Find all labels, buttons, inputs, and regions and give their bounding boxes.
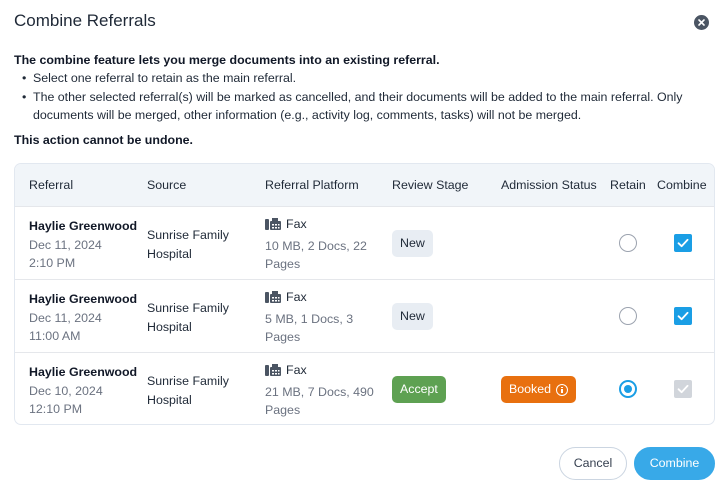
admission-status-badge[interactable]: Booked bbox=[501, 376, 577, 403]
source-cell: Sunrise Family Hospital bbox=[147, 372, 229, 409]
platform-label: Fax bbox=[265, 215, 367, 234]
header-review-stage: Review Stage bbox=[392, 178, 469, 192]
referral-cell: Haylie Greenwood Dec 10, 2024 12:10 PM bbox=[29, 363, 137, 419]
review-stage-badge: New bbox=[392, 303, 433, 330]
combine-checkbox[interactable] bbox=[674, 234, 692, 252]
referrals-table: Referral Source Referral Platform Review… bbox=[14, 163, 715, 425]
platform-label: Fax bbox=[265, 361, 374, 380]
table-row: Haylie Greenwood Dec 11, 2024 11:00 AM S… bbox=[15, 280, 714, 353]
referral-date: Dec 10, 2024 bbox=[29, 383, 103, 398]
admission-status-label: Booked bbox=[509, 382, 552, 396]
header-source: Source bbox=[147, 178, 187, 192]
source-line: Sunrise Family bbox=[147, 374, 229, 388]
platform-name: Fax bbox=[286, 363, 307, 377]
referral-name: Haylie Greenwood bbox=[29, 365, 138, 379]
retain-radio[interactable] bbox=[619, 234, 637, 252]
platform-cell: Fax 10 MB, 2 Docs, 22 Pages bbox=[265, 215, 367, 274]
referral-time: 11:00 AM bbox=[29, 329, 81, 343]
platform-details: Pages bbox=[265, 257, 301, 271]
info-icon[interactable] bbox=[556, 383, 569, 396]
check-icon bbox=[677, 311, 689, 321]
referral-cell: Haylie Greenwood Dec 11, 2024 2:10 PM bbox=[29, 217, 137, 273]
cancel-button[interactable]: Cancel bbox=[559, 447, 627, 480]
intro-text: The combine feature lets you merge docum… bbox=[14, 53, 440, 67]
instruction-item: Select one referral to retain as the mai… bbox=[22, 69, 712, 88]
combine-button[interactable]: Combine bbox=[634, 447, 715, 480]
combine-checkbox bbox=[674, 380, 692, 398]
source-line: Hospital bbox=[147, 319, 192, 334]
platform-cell: Fax 5 MB, 1 Docs, 3 Pages bbox=[265, 288, 353, 347]
retain-radio[interactable] bbox=[619, 307, 637, 325]
platform-details: 10 MB, 2 Docs, 22 bbox=[265, 238, 367, 253]
source-line: Sunrise Family bbox=[147, 301, 229, 315]
table-header: Referral Source Referral Platform Review… bbox=[15, 164, 714, 207]
platform-details: 21 MB, 7 Docs, 490 bbox=[265, 384, 374, 399]
platform-name: Fax bbox=[286, 217, 307, 231]
header-admission-status: Admission Status bbox=[501, 178, 597, 192]
header-retain: Retain bbox=[610, 178, 646, 192]
close-button[interactable] bbox=[694, 15, 709, 30]
platform-cell: Fax 21 MB, 7 Docs, 490 Pages bbox=[265, 361, 374, 420]
check-icon bbox=[677, 238, 689, 248]
instruction-item: The other selected referral(s) will be m… bbox=[22, 88, 712, 125]
source-line: Hospital bbox=[147, 392, 192, 407]
referral-time: 12:10 PM bbox=[29, 402, 83, 416]
table-row: Haylie Greenwood Dec 11, 2024 2:10 PM Su… bbox=[15, 207, 714, 280]
platform-details: Pages bbox=[265, 330, 301, 344]
dialog-title: Combine Referrals bbox=[14, 11, 156, 30]
platform-details: 5 MB, 1 Docs, 3 bbox=[265, 311, 354, 326]
platform-name: Fax bbox=[286, 290, 307, 304]
platform-details: Pages bbox=[265, 403, 301, 417]
source-line: Sunrise Family bbox=[147, 228, 229, 242]
referral-date: Dec 11, 2024 bbox=[29, 237, 102, 252]
header-combine: Combine bbox=[657, 178, 707, 192]
fax-icon bbox=[265, 364, 281, 377]
header-referral: Referral bbox=[29, 178, 74, 192]
fax-icon bbox=[265, 291, 281, 304]
platform-label: Fax bbox=[265, 288, 353, 307]
review-stage-badge: New bbox=[392, 230, 433, 257]
combine-checkbox[interactable] bbox=[674, 307, 692, 325]
referral-cell: Haylie Greenwood Dec 11, 2024 11:00 AM bbox=[29, 290, 137, 346]
header-referral-platform: Referral Platform bbox=[265, 178, 359, 192]
source-cell: Sunrise Family Hospital bbox=[147, 226, 229, 263]
fax-icon bbox=[265, 218, 281, 231]
source-cell: Sunrise Family Hospital bbox=[147, 299, 229, 336]
referral-name: Haylie Greenwood bbox=[29, 292, 138, 306]
instructions-list: Select one referral to retain as the mai… bbox=[22, 69, 712, 125]
warning-text: This action cannot be undone. bbox=[14, 133, 193, 147]
table-row: Haylie Greenwood Dec 10, 2024 12:10 PM S… bbox=[15, 353, 714, 424]
retain-radio[interactable] bbox=[619, 380, 637, 398]
referral-date: Dec 11, 2024 bbox=[29, 310, 102, 325]
close-icon bbox=[698, 19, 705, 26]
review-stage-badge: Accept bbox=[392, 376, 446, 403]
referral-name: Haylie Greenwood bbox=[29, 219, 138, 233]
referral-time: 2:10 PM bbox=[29, 256, 76, 270]
check-icon bbox=[677, 384, 689, 394]
source-line: Hospital bbox=[147, 246, 192, 261]
